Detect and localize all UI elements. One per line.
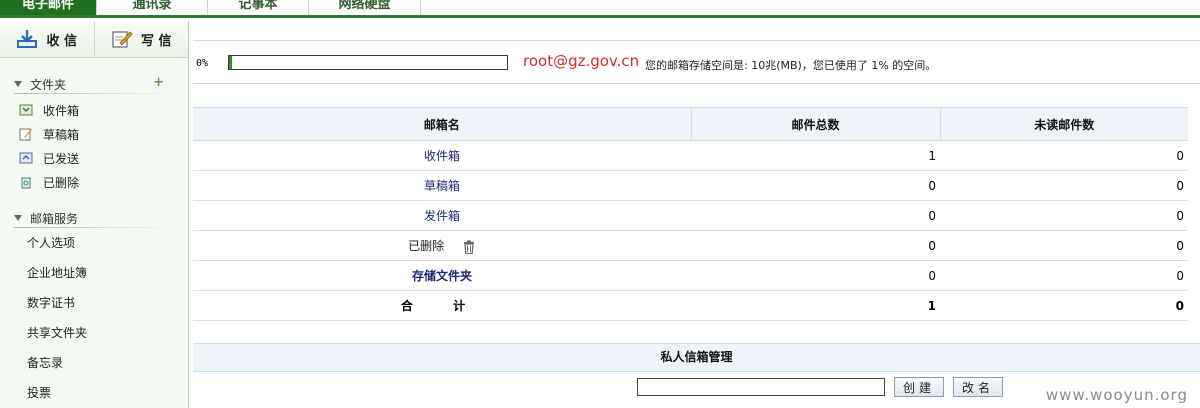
inbox-icon — [19, 104, 33, 116]
unread-count: 0 — [940, 200, 1188, 231]
draft-pencil-icon — [19, 128, 32, 141]
tab-notepad[interactable]: 记事本 — [208, 0, 309, 15]
unread-count: 0 — [940, 170, 1188, 201]
add-folder-icon[interactable]: + — [153, 75, 164, 90]
sidebar-item-shared-folder[interactable]: 共享文件夹 — [0, 318, 188, 348]
download-arrow-icon — [17, 30, 38, 48]
empty-trash-icon[interactable] — [462, 240, 476, 254]
storage-quota: 0% root@gz.gov.cn 您的邮箱存储空间是: 10兆(MB)，您已使… — [193, 40, 1200, 84]
pencil-paper-icon — [112, 31, 133, 48]
quota-percent-label: 0% — [196, 58, 209, 69]
table-row: 已删除 0 0 — [193, 230, 1188, 261]
mailbox-link-storage-folder[interactable]: 存储文件夹 — [193, 260, 691, 291]
header-unread-mails: 未读邮件数 — [939, 107, 1188, 141]
total-label: 合 计 — [193, 290, 691, 321]
unread-count: 0 — [940, 230, 1188, 261]
header-mailbox-name: 邮箱名 — [193, 107, 691, 141]
table-row: 收件箱 1 0 — [193, 140, 1188, 171]
mailbox-link-drafts[interactable]: 草稿箱 — [193, 170, 691, 201]
table-row: 发件箱 0 0 — [193, 200, 1188, 231]
mailbox-link-inbox[interactable]: 收件箱 — [193, 140, 691, 171]
sent-icon — [19, 152, 33, 164]
services-section-header[interactable]: 邮箱服务 — [0, 208, 188, 228]
sidebar-item-personal-options[interactable]: 个人选项 — [0, 228, 188, 258]
sidebar-item-deleted[interactable]: 已删除 — [0, 170, 188, 194]
watermark: www.wooyun.org — [1045, 386, 1188, 404]
tab-contacts[interactable]: 通讯录 — [97, 0, 208, 15]
mailbox-name-input[interactable] — [637, 378, 885, 396]
account-email: root@gz.gov.cn — [523, 52, 640, 70]
mailbox-link-outbox[interactable]: 发件箱 — [193, 200, 691, 231]
rename-mailbox-button[interactable]: 改名 — [953, 377, 1004, 397]
quota-progress-bar — [228, 55, 508, 70]
sidebar-item-enterprise-addressbook[interactable]: 企业地址簿 — [0, 258, 188, 288]
sidebar-item-sent[interactable]: 已发送 — [0, 146, 188, 170]
mail-actions: 收 信 写 信 — [0, 21, 188, 58]
quota-progress-fill — [229, 56, 232, 69]
tab-netdisk[interactable]: 网络硬盘 — [309, 0, 421, 15]
header-total-mails: 邮件总数 — [690, 107, 940, 141]
unread-count: 0 — [940, 260, 1188, 291]
section-divider — [14, 93, 174, 94]
receive-mail-button[interactable]: 收 信 — [0, 21, 94, 57]
collapse-triangle-icon — [14, 215, 22, 221]
mailbox-link-deleted[interactable]: 已删除 — [408, 239, 444, 253]
webmail-page: 电子邮件 通讯录 记事本 网络硬盘 收 信 写 信 文件夹 + 收件箱 草稿箱 … — [0, 0, 1200, 408]
create-mailbox-button[interactable]: 创建 — [894, 377, 945, 397]
table-row: 草稿箱 0 0 — [193, 170, 1188, 201]
folders-section-header[interactable]: 文件夹 + — [0, 74, 188, 94]
unread-count: 0 — [940, 140, 1188, 171]
sidebar-item-inbox[interactable]: 收件箱 — [0, 98, 188, 122]
tab-email[interactable]: 电子邮件 — [0, 0, 97, 15]
collapse-triangle-icon — [14, 81, 22, 87]
mailbox-table: 邮箱名 邮件总数 未读邮件数 收件箱 1 0 草稿箱 0 0 发件箱 0 0 已… — [193, 107, 1188, 321]
sidebar: 收 信 写 信 文件夹 + 收件箱 草稿箱 已发送 已删除 邮箱服务 个人选项 … — [0, 21, 189, 408]
private-mailbox-header: 私人信箱管理 — [193, 343, 1200, 372]
sidebar-item-drafts[interactable]: 草稿箱 — [0, 122, 188, 146]
total-count: 0 — [691, 230, 940, 261]
sidebar-item-memo[interactable]: 备忘录 — [0, 348, 188, 378]
sidebar-item-vote[interactable]: 投票 — [0, 378, 188, 408]
unread-count: 0 — [940, 290, 1188, 321]
total-count: 1 — [691, 290, 940, 321]
table-row-total: 合 计 1 0 — [193, 290, 1188, 321]
table-header-row: 邮箱名 邮件总数 未读邮件数 — [193, 107, 1188, 141]
recycle-bin-icon — [21, 177, 31, 189]
total-count: 0 — [691, 200, 940, 231]
table-row: 存储文件夹 0 0 — [193, 260, 1188, 291]
section-divider — [14, 227, 174, 228]
top-tab-bar: 电子邮件 通讯录 记事本 网络硬盘 — [0, 0, 1200, 18]
sidebar-item-digital-certificate[interactable]: 数字证书 — [0, 288, 188, 318]
mailbox-cell-deleted: 已删除 — [193, 230, 691, 261]
private-mailbox-form: 创建 改名 — [637, 377, 1004, 397]
write-mail-button[interactable]: 写 信 — [93, 21, 189, 57]
total-count: 0 — [691, 170, 940, 201]
quota-description: 您的邮箱存储空间是: 10兆(MB)，您已使用了 1% 的空间。 — [645, 59, 937, 72]
total-count: 0 — [691, 260, 940, 291]
total-count: 1 — [691, 140, 940, 171]
